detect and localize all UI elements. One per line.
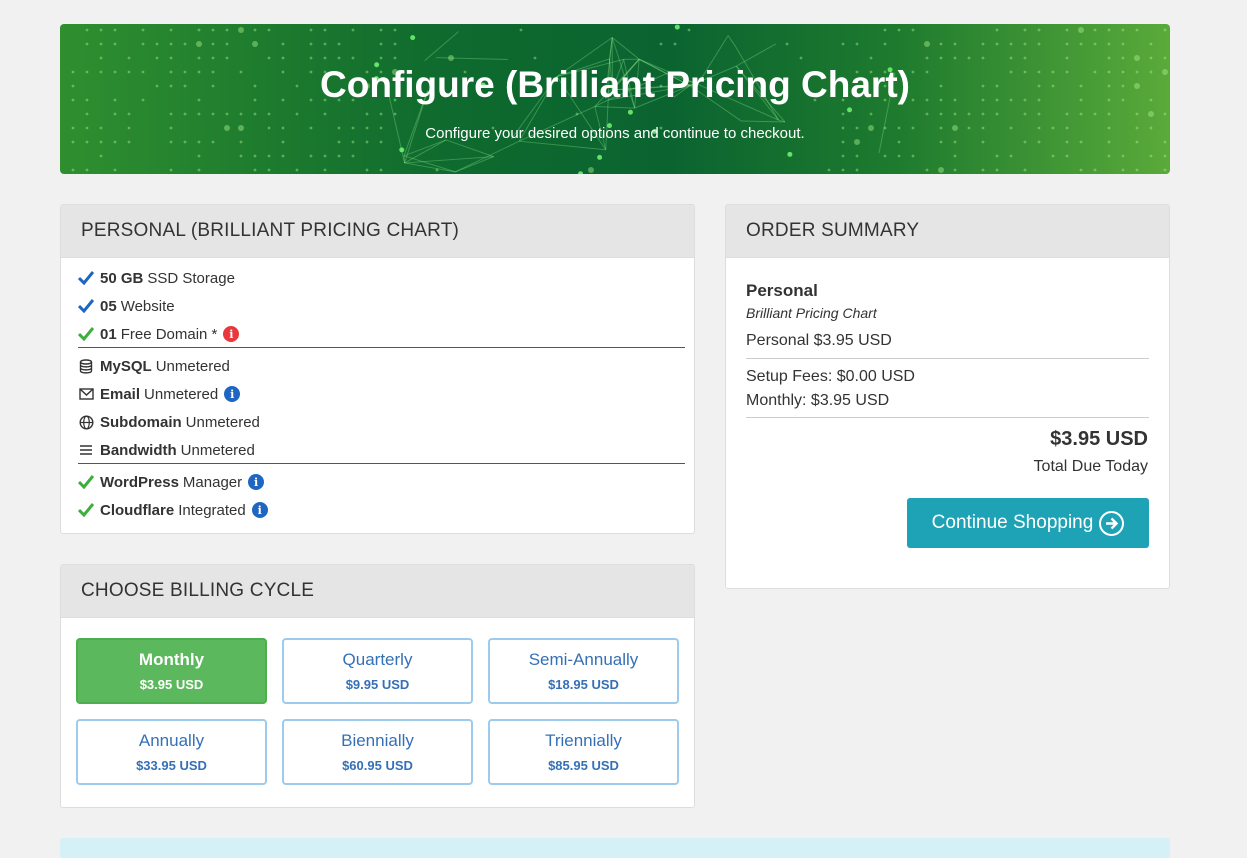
summary-monthly: Monthly: $3.95 USD [746, 392, 889, 410]
feature-cloudflare: CloudflareIntegrated i [78, 496, 685, 524]
hero-banner: Configure (Brilliant Pricing Chart) Conf… [60, 24, 1170, 174]
check-icon [78, 503, 94, 517]
order-summary-title: ORDER SUMMARY [726, 205, 1169, 258]
divider [78, 347, 685, 348]
feature-email: EmailUnmetered i [78, 380, 685, 408]
divider [746, 358, 1149, 359]
check-icon [78, 327, 94, 341]
feature-bandwidth: BandwidthUnmetered [78, 436, 685, 464]
billing-option-biennially[interactable]: Biennially $60.95 USD [282, 719, 473, 785]
divider [746, 417, 1149, 418]
check-icon [78, 271, 94, 285]
page-title: Configure (Brilliant Pricing Chart) [60, 64, 1170, 106]
billing-cycle-panel: CHOOSE BILLING CYCLE Monthly $3.95 USD Q… [60, 564, 695, 808]
product-panel-title: PERSONAL (BRILLIANT PRICING CHART) [61, 205, 694, 258]
info-icon[interactable]: i [224, 386, 240, 402]
summary-total: $3.95 USD [1050, 428, 1148, 451]
continue-shopping-button[interactable]: Continue Shopping [907, 498, 1149, 548]
billing-option-annually[interactable]: Annually $33.95 USD [76, 719, 267, 785]
billing-cycle-title: CHOOSE BILLING CYCLE [61, 565, 694, 618]
database-icon [78, 359, 94, 374]
info-alert-bar [60, 838, 1170, 858]
check-icon [78, 475, 94, 489]
summary-product-name: Personal [746, 281, 818, 301]
feature-storage: 50 GBSSD Storage [78, 264, 685, 292]
billing-option-quarterly[interactable]: Quarterly $9.95 USD [282, 638, 473, 704]
arrow-right-circle-icon [1099, 511, 1124, 536]
info-icon[interactable]: i [252, 502, 268, 518]
bars-icon [78, 444, 94, 456]
check-icon [78, 299, 94, 313]
divider [78, 463, 685, 464]
page-subtitle: Configure your desired options and conti… [60, 125, 1170, 142]
billing-option-semi-annually[interactable]: Semi-Annually $18.95 USD [488, 638, 679, 704]
feature-wordpress: WordPressManager i [78, 468, 685, 496]
red-info-icon[interactable]: i [223, 326, 239, 342]
envelope-icon [78, 388, 94, 400]
feature-subdomain: SubdomainUnmetered [78, 408, 685, 436]
feature-mysql: MySQLUnmetered [78, 352, 685, 380]
billing-option-monthly[interactable]: Monthly $3.95 USD [76, 638, 267, 704]
summary-total-label: Total Due Today [1034, 458, 1148, 476]
feature-domain: 01Free Domain * i [78, 320, 685, 348]
globe-icon [78, 415, 94, 430]
feature-website: 05Website [78, 292, 685, 320]
order-summary-panel: ORDER SUMMARY Personal Brilliant Pricing… [725, 204, 1170, 589]
billing-option-triennially[interactable]: Triennially $85.95 USD [488, 719, 679, 785]
summary-product-group: Brilliant Pricing Chart [746, 305, 877, 321]
summary-line-item: Personal $3.95 USD [746, 332, 892, 350]
product-panel: PERSONAL (BRILLIANT PRICING CHART) 50 GB… [60, 204, 695, 534]
summary-setup-fees: Setup Fees: $0.00 USD [746, 368, 915, 386]
info-icon[interactable]: i [248, 474, 264, 490]
